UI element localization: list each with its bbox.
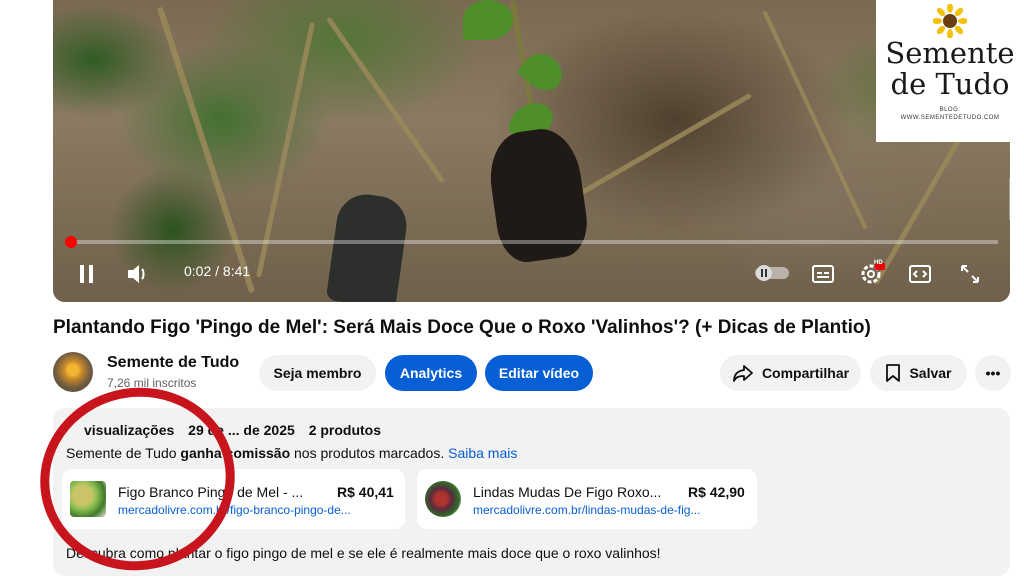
- subtitles-button[interactable]: [808, 260, 838, 288]
- logo-title: Semente de Tudo: [885, 36, 1015, 101]
- subtitles-icon: [812, 265, 834, 283]
- time-display: 0:02 / 8:41: [184, 263, 251, 279]
- progress-scrubber[interactable]: [64, 236, 77, 248]
- pause-button[interactable]: [73, 260, 101, 288]
- product-url: mercadolivre.com.br/lindas-mudas-de-fig.…: [473, 503, 701, 517]
- hd-badge: HD: [874, 260, 883, 266]
- product-price: R$ 40,41: [337, 484, 394, 500]
- settings-button[interactable]: HD: [856, 259, 888, 289]
- channel-name[interactable]: Semente de Tudo: [107, 354, 239, 372]
- product-card[interactable]: Lindas Mudas De Figo Roxo... R$ 42,90 me…: [417, 469, 757, 529]
- pause-icon: [80, 265, 93, 283]
- join-button[interactable]: Seja membro: [259, 355, 376, 391]
- save-label: Salvar: [909, 365, 952, 381]
- share-icon: [733, 365, 753, 382]
- volume-icon: [128, 265, 145, 283]
- share-button[interactable]: Compartilhar: [720, 355, 861, 391]
- products-count: 2 produtos: [308, 422, 382, 438]
- autoplay-toggle-icon: [755, 265, 789, 281]
- progress-bar[interactable]: [64, 236, 998, 248]
- share-label: Compartilhar: [761, 365, 850, 381]
- more-icon: •••: [985, 365, 1001, 381]
- autoplay-toggle[interactable]: [753, 262, 791, 284]
- product-price: R$ 42,90: [688, 484, 745, 500]
- volume-button[interactable]: [123, 260, 151, 288]
- video-frame: [53, 0, 1010, 302]
- product-thumbnail: [425, 481, 461, 517]
- video-watermark: Semente de Tudo: [1009, 178, 1010, 220]
- logo-subtitle: BLOG: WWW.SEMENTEDETUDO.COM: [900, 107, 1000, 121]
- save-button[interactable]: Salvar: [870, 355, 967, 391]
- bookmark-icon: [886, 364, 901, 382]
- video-player[interactable]: 0:02 / 8:41 HD Semente de Tudo: [53, 0, 1010, 302]
- fullscreen-icon: [961, 265, 979, 283]
- more-actions-button[interactable]: •••: [975, 355, 1011, 391]
- miniplayer-button[interactable]: [905, 260, 935, 288]
- product-name: Lindas Mudas De Figo Roxo...: [473, 484, 662, 500]
- video-title: Plantando Figo 'Pingo de Mel': Será Mais…: [53, 317, 871, 338]
- sunflower-icon: [933, 4, 967, 38]
- miniplayer-icon: [909, 265, 931, 283]
- avatar[interactable]: [53, 352, 93, 392]
- analytics-button[interactable]: Analytics: [385, 355, 477, 391]
- fullscreen-button[interactable]: [956, 260, 984, 288]
- blog-logo: Semente de Tudo BLOG: WWW.SEMENTEDETUDO.…: [876, 0, 1024, 142]
- edit-video-button[interactable]: Editar vídeo: [485, 355, 593, 391]
- learn-more-link[interactable]: Saiba mais: [448, 445, 517, 461]
